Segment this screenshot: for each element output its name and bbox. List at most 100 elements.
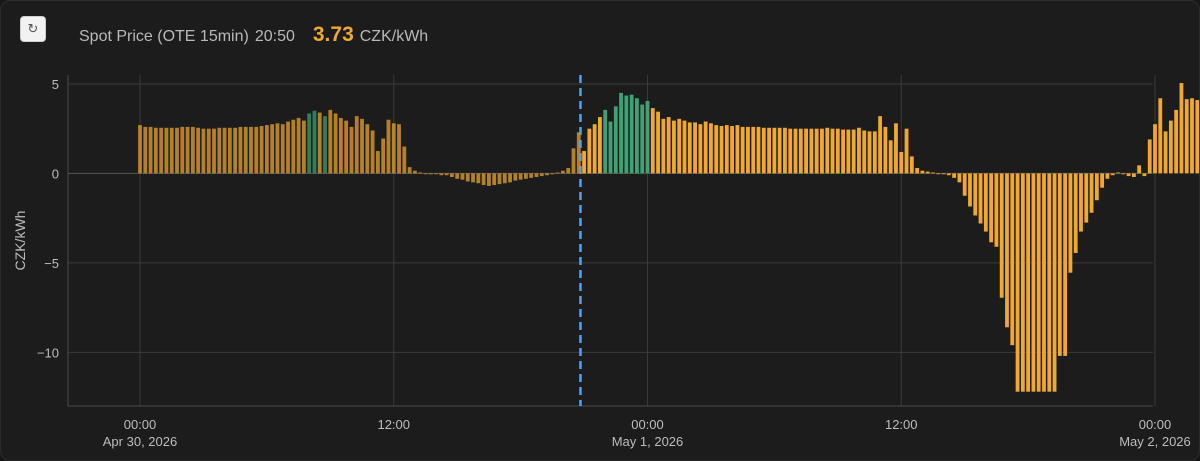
price-bar <box>333 113 338 174</box>
x-tick-date-label: May 1, 2026 <box>612 434 684 449</box>
price-bar <box>1184 99 1189 174</box>
price-bar <box>793 128 798 174</box>
price-bar <box>883 126 888 174</box>
price-bar <box>851 129 856 174</box>
price-bar <box>983 173 988 232</box>
price-bar <box>1137 165 1142 174</box>
price-bar <box>1031 173 1036 392</box>
price-bar <box>746 126 750 174</box>
price-bar <box>788 128 793 174</box>
price-bar <box>301 120 306 174</box>
price-bar <box>1190 98 1194 174</box>
price-bar <box>169 127 174 174</box>
price-bar <box>613 106 618 174</box>
price-bar <box>973 173 978 216</box>
price-bar <box>862 130 867 174</box>
price-bar <box>270 124 275 174</box>
price-bar <box>476 173 481 184</box>
x-tick-label: 00:00 <box>631 417 664 432</box>
price-bar <box>354 116 359 174</box>
price-bar <box>502 173 507 184</box>
price-bar <box>439 173 444 176</box>
x-tick-label: 00:00 <box>124 417 157 432</box>
price-bar <box>735 125 740 174</box>
price-bar <box>1094 173 1099 201</box>
price-bar <box>1110 173 1115 176</box>
price-bar <box>1010 173 1015 346</box>
price-bar <box>280 124 285 174</box>
price-bar <box>1079 173 1083 232</box>
price-bar <box>899 151 904 174</box>
price-bar <box>925 171 930 174</box>
price-bar <box>460 173 465 180</box>
price-bar <box>407 167 412 174</box>
price-bar <box>243 126 248 174</box>
chart-card: ↻ Spot Price (OTE 15min) 20:50 3.73 CZK/… <box>0 0 1200 461</box>
price-bar <box>841 129 846 174</box>
price-bar <box>1015 173 1020 392</box>
price-bar <box>645 100 650 174</box>
price-bar <box>1084 173 1089 223</box>
price-bar <box>857 127 861 174</box>
price-bar <box>524 173 528 179</box>
price-bar <box>1005 173 1009 328</box>
price-bar <box>650 108 655 174</box>
price-bar <box>698 124 703 174</box>
price-bar <box>756 126 761 174</box>
price-bar <box>1174 109 1179 174</box>
price-bar <box>259 125 264 174</box>
price-bar <box>703 121 708 174</box>
price-bar <box>233 127 238 174</box>
price-bar <box>820 128 824 174</box>
price-bar <box>1179 83 1184 174</box>
price-bar <box>629 94 634 174</box>
price-bar <box>751 126 756 174</box>
price-bars <box>138 83 1199 392</box>
price-bar <box>264 125 269 174</box>
y-tick-label: −5 <box>44 256 59 271</box>
price-bar <box>423 173 428 175</box>
price-bar <box>238 126 243 174</box>
price-bar <box>471 173 475 183</box>
price-bar <box>687 122 692 174</box>
price-bar <box>539 173 544 177</box>
price-bar <box>360 118 364 174</box>
price-bar <box>365 124 370 174</box>
price-bar <box>798 128 803 174</box>
price-bar <box>920 170 925 174</box>
price-bar <box>640 104 645 174</box>
price-bar <box>375 151 380 174</box>
price-bar <box>412 170 417 174</box>
price-bar <box>592 124 597 174</box>
x-tick-date-label: May 2, 2026 <box>1119 434 1191 449</box>
price-bar <box>1063 173 1068 356</box>
price-bar <box>830 128 835 174</box>
price-bar <box>555 172 560 174</box>
price-bar <box>296 117 301 174</box>
price-bar <box>148 126 153 174</box>
price-bar <box>1026 173 1031 392</box>
price-bar <box>709 123 713 174</box>
price-bar <box>312 110 317 174</box>
x-tick-date-label: Apr 30, 2026 <box>103 434 177 449</box>
price-bar <box>1068 173 1073 273</box>
price-bar <box>1036 173 1041 392</box>
price-bar <box>391 123 396 174</box>
price-bar <box>492 173 497 186</box>
price-bar <box>1147 139 1152 174</box>
price-bar <box>307 113 312 174</box>
price-bar <box>1142 173 1147 177</box>
price-bar <box>254 126 259 174</box>
price-bar <box>814 128 819 174</box>
price-bar <box>196 127 201 174</box>
price-bar <box>587 128 592 174</box>
price-bar <box>825 127 830 174</box>
price-bar <box>497 173 502 185</box>
price-bar <box>465 173 470 182</box>
price-bar <box>978 173 983 224</box>
price-bar <box>888 140 893 174</box>
y-tick-label: 5 <box>52 77 59 92</box>
price-bar <box>164 127 169 174</box>
price-bar <box>872 131 877 174</box>
price-bar <box>286 121 290 174</box>
